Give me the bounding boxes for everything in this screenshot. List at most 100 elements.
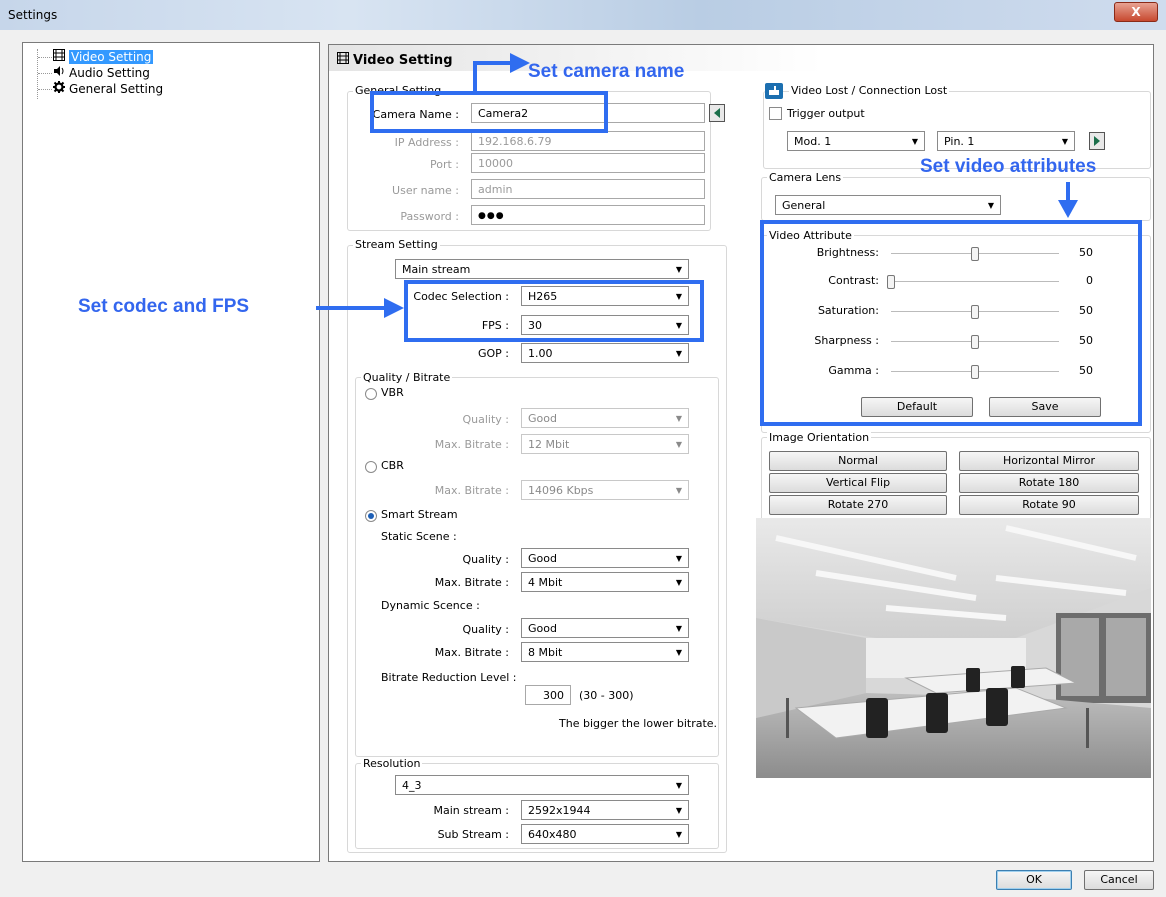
sub-res-value: 640x480 (528, 828, 577, 841)
vbr-max-value: 12 Mbit (528, 438, 570, 451)
username-input[interactable]: admin (471, 179, 705, 199)
image-orientation-label: Image Orientation (767, 431, 872, 444)
tree-item-audio-setting[interactable]: Audio Setting (53, 65, 150, 81)
stream-setting-label: Stream Setting (353, 238, 440, 251)
codec-fps-highlight (404, 280, 704, 342)
tree-branch (38, 89, 52, 90)
orientation-rotate-90-button[interactable]: Rotate 90 (959, 495, 1139, 515)
vbr-label: VBR (381, 386, 404, 399)
chevron-down-icon: ▼ (675, 486, 682, 495)
tree-item-label: General Setting (69, 82, 164, 96)
chevron-down-icon: ▼ (675, 265, 682, 274)
tree-item-video-setting[interactable]: Video Setting (53, 49, 154, 65)
panel-header (329, 45, 1153, 71)
camera-lens-value: General (782, 199, 826, 212)
gop-select[interactable]: 1.00 ▼ (521, 343, 689, 363)
username-label: User name : (392, 184, 459, 197)
chevron-down-icon: ▼ (675, 349, 682, 358)
trigger-output-label: Trigger output (787, 107, 865, 120)
static-quality-select[interactable]: Good ▼ (521, 548, 689, 568)
chevron-down-icon: ▼ (675, 830, 682, 839)
chevron-down-icon: ▼ (675, 624, 682, 633)
port-input[interactable]: 10000 (471, 153, 705, 173)
main-res-select[interactable]: 2592x1944 ▼ (521, 800, 689, 820)
vbr-radio[interactable] (365, 388, 377, 400)
close-button[interactable]: X (1114, 2, 1158, 22)
office-preview-image (756, 518, 1151, 778)
reduction-label: Bitrate Reduction Level : (381, 671, 517, 684)
trigger-play-button[interactable] (1089, 132, 1105, 150)
reduction-range: (30 - 300) (579, 689, 634, 702)
cancel-button[interactable]: Cancel (1084, 870, 1154, 890)
attributes-annotation: Set video attributes (920, 156, 1097, 177)
panel-title: Video Setting (337, 52, 453, 68)
vbr-quality-select[interactable]: Good ▼ (521, 408, 689, 428)
hand-pointer-icon (765, 83, 783, 99)
arrow-right-icon (384, 298, 404, 318)
chevron-down-icon: ▼ (987, 201, 994, 210)
tree-item-label: Video Setting (69, 50, 154, 64)
tree-branch (38, 73, 52, 74)
resolution-label: Resolution (361, 757, 423, 770)
pin-value: Pin. 1 (944, 135, 975, 148)
chevron-down-icon: ▼ (675, 414, 682, 423)
chevron-down-icon: ▼ (911, 137, 918, 146)
stream-value: Main stream (402, 263, 471, 276)
camera-lens-select[interactable]: General ▼ (775, 195, 1001, 215)
vbr-max-select[interactable]: 12 Mbit ▼ (521, 434, 689, 454)
tree-item-label: Audio Setting (69, 66, 150, 80)
orientation-rotate-180-button[interactable]: Rotate 180 (959, 473, 1139, 493)
orientation-normal-button[interactable]: Normal (769, 451, 947, 471)
port-label: Port : (429, 158, 459, 171)
dynamic-scene-label: Dynamic Scence : (381, 599, 480, 612)
dynamic-max-value: 8 Mbit (528, 646, 563, 659)
settings-window: Settings X Video Setting Audio Setting G… (0, 0, 1166, 897)
vbr-quality-label: Quality : (462, 413, 509, 426)
chevron-down-icon: ▼ (675, 578, 682, 587)
sub-res-select[interactable]: 640x480 ▼ (521, 824, 689, 844)
ip-address-input[interactable]: 192.168.6.79 (471, 131, 705, 151)
orientation-vertical-flip-button[interactable]: Vertical Flip (769, 473, 947, 493)
mod-value: Mod. 1 (794, 135, 832, 148)
vbr-quality-value: Good (528, 412, 557, 425)
pin-select[interactable]: Pin. 1 ▼ (937, 131, 1075, 151)
cbr-max-select[interactable]: 14096 Kbps ▼ (521, 480, 689, 500)
ok-button[interactable]: OK (996, 870, 1072, 890)
camera-name-highlight (370, 91, 608, 133)
dynamic-quality-select[interactable]: Good ▼ (521, 618, 689, 638)
settings-tree: Video Setting Audio Setting General Sett… (22, 42, 320, 862)
orientation-horizontal-mirror-button[interactable]: Horizontal Mirror (959, 451, 1139, 471)
cbr-label: CBR (381, 459, 404, 472)
smart-stream-radio[interactable] (365, 510, 377, 522)
cbr-radio[interactable] (365, 461, 377, 473)
aspect-select[interactable]: 4_3 ▼ (395, 775, 689, 795)
camera-name-annotation: Set camera name (528, 61, 685, 82)
password-label: Password : (400, 210, 459, 223)
quality-bitrate-label: Quality / Bitrate (361, 371, 453, 384)
video-icon (53, 49, 69, 65)
mod-select[interactable]: Mod. 1 ▼ (787, 131, 925, 151)
dynamic-quality-label: Quality : (462, 623, 509, 636)
main-res-value: 2592x1944 (528, 804, 591, 817)
annotation-line (473, 61, 515, 65)
tree-item-general-setting[interactable]: General Setting (53, 81, 163, 97)
static-max-select[interactable]: 4 Mbit ▼ (521, 572, 689, 592)
trigger-output-checkbox[interactable] (769, 107, 782, 120)
arrow-left-icon (714, 108, 720, 118)
reduction-input[interactable]: 300 (525, 685, 571, 705)
annotation-line (473, 61, 477, 91)
stream-select[interactable]: Main stream ▼ (395, 259, 689, 279)
password-input[interactable]: ●●● (471, 205, 705, 225)
gop-value: 1.00 (528, 347, 553, 360)
arrow-right-icon (510, 53, 530, 73)
arrow-right-icon (1094, 136, 1100, 146)
camera-name-back-button[interactable] (709, 104, 725, 122)
window-title: Settings (8, 8, 58, 22)
orientation-rotate-270-button[interactable]: Rotate 270 (769, 495, 947, 515)
dynamic-max-select[interactable]: 8 Mbit ▼ (521, 642, 689, 662)
chevron-down-icon: ▼ (675, 554, 682, 563)
gop-label: GOP : (477, 347, 509, 360)
chevron-down-icon: ▼ (675, 781, 682, 790)
panel-title-text: Video Setting (353, 53, 453, 68)
static-scene-label: Static Scene : (381, 530, 457, 543)
